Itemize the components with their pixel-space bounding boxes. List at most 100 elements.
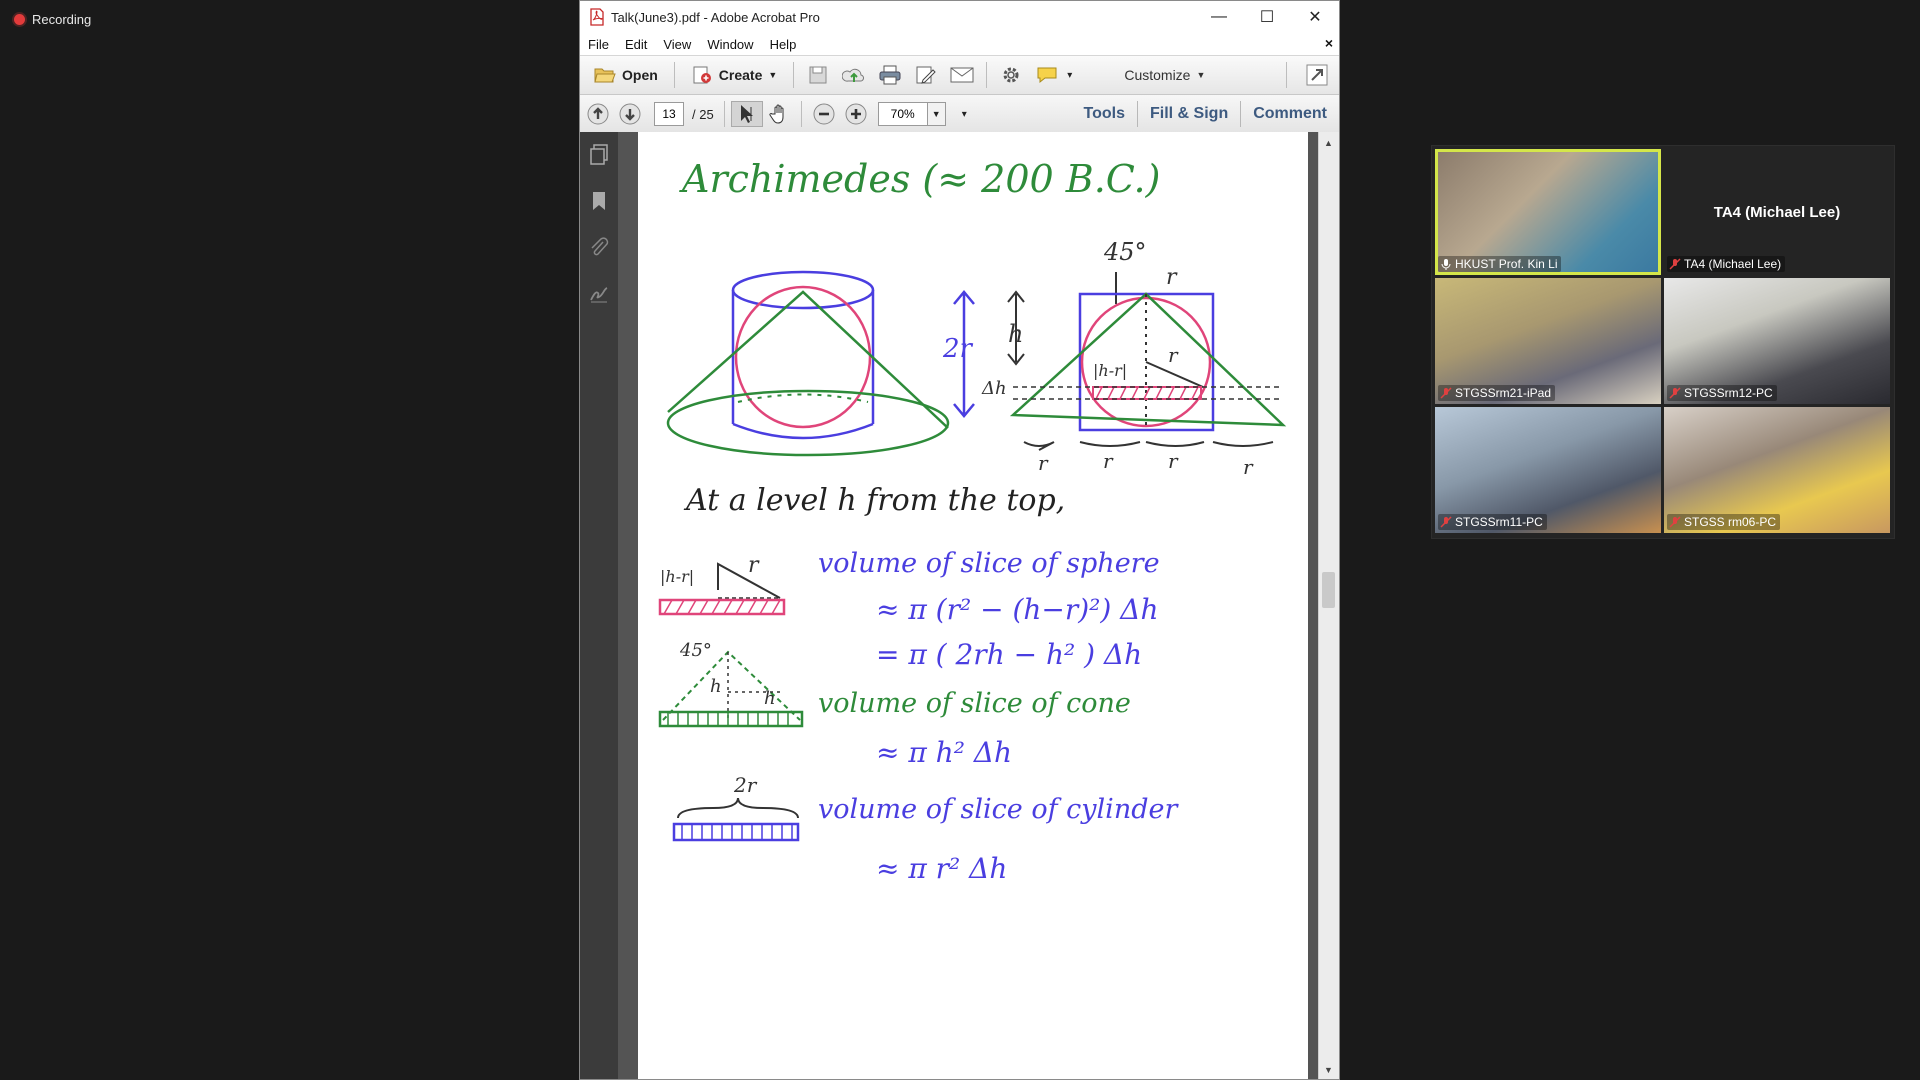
- tools-pane-button[interactable]: Tools: [1072, 95, 1137, 133]
- cone-slice-sketch: 45° h h: [658, 640, 804, 728]
- comment-pane-button[interactable]: Comment: [1241, 95, 1339, 133]
- envelope-icon: [950, 67, 974, 83]
- navigation-panel: [580, 132, 618, 1079]
- cone-45-label: 45°: [679, 640, 712, 661]
- cyl-2r-label: 2r: [733, 773, 758, 797]
- toolbar-divider: [673, 62, 675, 88]
- cylinder-title: volume of slice of cylinder: [818, 794, 1179, 825]
- create-pdf-icon: [693, 66, 711, 84]
- printer-icon: [879, 65, 901, 85]
- scrollbar-thumb[interactable]: [1322, 572, 1335, 608]
- slice-hr-label: |h-r|: [660, 567, 694, 586]
- video-tile[interactable]: HKUST Prof. Kin Li: [1435, 149, 1661, 275]
- participant-label: STGSSrm11-PC: [1438, 514, 1547, 530]
- muted-microphone-icon: [1669, 387, 1681, 399]
- next-page-button[interactable]: [614, 99, 646, 129]
- open-button[interactable]: Open: [584, 60, 668, 90]
- upload-button[interactable]: [836, 60, 872, 90]
- video-tile[interactable]: STGSSrm11-PC: [1435, 407, 1661, 533]
- participant-name: STGSS rm06-PC: [1684, 515, 1777, 529]
- attachment-icon[interactable]: [589, 236, 609, 258]
- video-tile[interactable]: STGSSrm12-PC: [1664, 278, 1890, 404]
- window-title: Talk(June3).pdf - Adobe Acrobat Pro: [611, 9, 820, 25]
- expand-arrows-icon: [1306, 64, 1328, 86]
- cone-h-label-2: h: [764, 688, 776, 709]
- menu-help[interactable]: Help: [762, 37, 805, 52]
- customize-button[interactable]: Customize ▼: [1114, 60, 1215, 90]
- recording-label: Recording: [32, 12, 92, 27]
- cursor-select-icon: [740, 105, 753, 123]
- label-dh: Δh: [981, 378, 1007, 399]
- more-nav-tools-icon[interactable]: ▾: [962, 109, 967, 120]
- video-tile[interactable]: STGSSrm21-iPad: [1435, 278, 1661, 404]
- page-drawing: Archimedes (≈ 200 B.C.) 2r h Δh 45° |h-r…: [658, 157, 1287, 885]
- signature-icon[interactable]: [589, 282, 609, 304]
- recording-dot-icon: [14, 14, 25, 25]
- zoom-level-input[interactable]: [877, 102, 928, 126]
- expand-button[interactable]: [1299, 60, 1335, 90]
- toolbar-divider: [723, 101, 725, 127]
- main-toolbar: Open Create ▼ ▾ Customize ▼: [580, 56, 1339, 95]
- menu-edit[interactable]: Edit: [617, 37, 655, 52]
- vertical-scrollbar[interactable]: ▲ ▼: [1318, 132, 1339, 1079]
- email-button[interactable]: [944, 60, 980, 90]
- muted-microphone-icon: [1440, 387, 1452, 399]
- label-r-bottom-3: r: [1168, 449, 1179, 473]
- bookmark-icon[interactable]: [589, 190, 609, 212]
- save-button[interactable]: [800, 60, 836, 90]
- chevron-down-icon: ▼: [1196, 70, 1206, 80]
- participant-gallery: HKUST Prof. Kin Li TA4 (Michael Lee) TA4…: [1431, 145, 1895, 539]
- maximize-button[interactable]: ☐: [1243, 1, 1291, 33]
- task-pane-links: Tools Fill & Sign Comment: [1072, 95, 1339, 133]
- save-icon: [809, 66, 827, 84]
- zoom-in-button[interactable]: [840, 99, 872, 129]
- label-h: h: [1008, 320, 1023, 348]
- print-button[interactable]: [872, 60, 908, 90]
- scroll-down-icon[interactable]: ▼: [1324, 1065, 1333, 1075]
- toolbar-divider: [1286, 62, 1287, 88]
- create-button[interactable]: Create ▼: [681, 60, 788, 90]
- document-close-button[interactable]: ×: [1325, 35, 1333, 51]
- participant-label: TA4 (Michael Lee): [1667, 256, 1786, 272]
- folder-open-icon: [594, 68, 616, 83]
- sphere-equation-1: ≈ π (r² − (h−r)²) Δh: [876, 593, 1159, 626]
- page-total: / 25: [692, 106, 714, 122]
- more-tools-icon[interactable]: ▾: [1067, 70, 1072, 81]
- cone-title: volume of slice of cone: [818, 688, 1131, 719]
- cylinder-slice-sketch: 2r: [672, 773, 800, 842]
- scroll-up-icon[interactable]: ▲: [1324, 138, 1333, 148]
- settings-button[interactable]: [993, 60, 1029, 90]
- page-title: Archimedes (≈ 200 B.C.): [679, 157, 1160, 201]
- page-thumbnails-icon[interactable]: [589, 144, 609, 166]
- select-tool-button[interactable]: [730, 101, 763, 127]
- navigation-toolbar: / 25 ▼ ▾ Tools Fill & Sign Comment: [580, 95, 1339, 134]
- previous-page-button[interactable]: [582, 99, 614, 129]
- close-button[interactable]: ✕: [1291, 1, 1339, 33]
- chevron-down-icon: ▼: [768, 70, 778, 80]
- menu-window[interactable]: Window: [699, 37, 761, 52]
- video-tile[interactable]: STGSS rm06-PC: [1664, 407, 1890, 533]
- chevron-down-icon: ▼: [931, 109, 941, 119]
- minus-circle-icon: [813, 103, 835, 125]
- menu-bar: File Edit View Window Help ×: [580, 33, 1339, 56]
- minimize-button[interactable]: —: [1195, 1, 1243, 33]
- sphere-equation-2: = π ( 2rh − h² ) Δh: [876, 638, 1142, 671]
- fill-sign-pane-button[interactable]: Fill & Sign: [1138, 95, 1240, 133]
- arrow-up-icon: [587, 103, 609, 125]
- participant-name: TA4 (Michael Lee): [1684, 257, 1782, 271]
- zoom-dropdown-button[interactable]: ▼: [927, 102, 946, 126]
- menu-view[interactable]: View: [655, 37, 699, 52]
- edit-button[interactable]: [908, 60, 944, 90]
- label-2r: 2r: [942, 334, 974, 364]
- toolbar-divider: [800, 101, 802, 127]
- gear-icon: [1003, 67, 1019, 83]
- cone-h-label-1: h: [710, 676, 722, 697]
- create-label: Create: [718, 67, 763, 83]
- comment-bubble-button[interactable]: [1029, 60, 1065, 90]
- page-number-input[interactable]: [654, 102, 684, 126]
- zoom-out-button[interactable]: [808, 99, 840, 129]
- label-hr: |h-r|: [1093, 361, 1127, 380]
- menu-file[interactable]: File: [580, 37, 617, 52]
- video-tile[interactable]: TA4 (Michael Lee) TA4 (Michael Lee): [1664, 149, 1890, 275]
- hand-tool-button[interactable]: [763, 99, 795, 129]
